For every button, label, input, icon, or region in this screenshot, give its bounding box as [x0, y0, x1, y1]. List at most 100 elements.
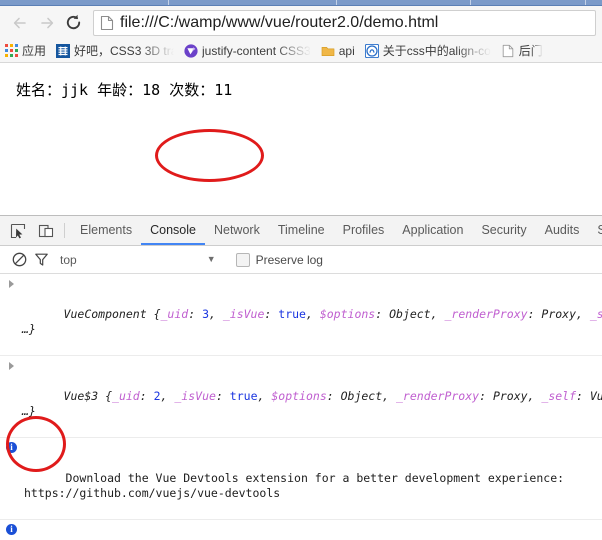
console-token: _isVue — [174, 389, 216, 403]
bookmark-api-folder[interactable]: api — [321, 44, 355, 58]
expander-triangle-icon[interactable] — [9, 362, 14, 370]
console-token: { — [153, 307, 161, 321]
info-icon: i — [6, 524, 17, 535]
tab-divider — [470, 0, 471, 5]
toolbar-divider — [64, 223, 65, 238]
console-token: VueComponent — [63, 307, 154, 321]
console-token: _renderProxy — [396, 389, 480, 403]
arrow-left-icon — [13, 17, 26, 28]
reload-icon — [66, 14, 81, 30]
devtools-tab-bar: Elements Console Network Timeline Profil… — [0, 216, 602, 246]
apps-grid-icon — [5, 44, 18, 57]
console-token: , — [160, 389, 175, 403]
tab-profiles[interactable]: Profiles — [334, 216, 394, 245]
tab-console[interactable]: Console — [141, 216, 205, 245]
filter-funnel-icon — [34, 253, 48, 266]
arrow-right-icon — [40, 17, 53, 28]
console-token: _renderProxy — [444, 307, 528, 321]
console-token: : Proxy, — [527, 307, 590, 321]
bookmark-label: 后门 — [518, 44, 543, 58]
bookmarks-bar: 应用 好吧，CSS3 3D trans justify-content CSS3 — [0, 39, 602, 63]
bookmark-css3-3d-transform[interactable]: 好吧，CSS3 3D trans — [56, 42, 174, 59]
document-icon — [100, 15, 114, 31]
forward-button[interactable] — [33, 9, 60, 36]
console-filter-bar: top ▼ Preserve log — [0, 246, 602, 274]
tab-divider — [168, 0, 169, 5]
bookmark-label: 关于css中的align-cor — [382, 44, 491, 58]
console-object-ellipsis: …} — [22, 322, 36, 336]
tab-network[interactable]: Network — [205, 216, 269, 245]
back-button[interactable] — [6, 9, 33, 36]
console-object-entry[interactable]: Vue$3 {_uid: 2, _isVue: true, $options: … — [0, 356, 602, 438]
page-viewport: 姓名：jjk 年龄：18 次数：11 — [0, 63, 602, 216]
preserve-log-checkbox[interactable] — [235, 252, 250, 267]
bookmark-apps[interactable]: 应用 — [5, 42, 46, 59]
device-toolbar-button[interactable] — [32, 216, 60, 245]
preserve-log-label: Preserve log — [255, 252, 323, 267]
bookmark-label: 应用 — [22, 44, 47, 58]
console-token: $options — [319, 307, 376, 321]
bookmark-label: api — [338, 43, 355, 58]
tab-application[interactable]: Application — [393, 216, 472, 245]
folder-icon — [321, 46, 335, 56]
console-object-line: Vue$3 {_uid: 2, _isVue: true, $options: … — [22, 389, 602, 418]
document-icon — [502, 44, 513, 57]
console-context-value: top — [60, 252, 77, 267]
console-token: : Vue$3 — [576, 389, 602, 403]
console-info-entry: i You are running Vue in development mod… — [0, 520, 602, 540]
device-toolbar-icon — [38, 224, 54, 237]
clear-console-button[interactable] — [8, 252, 30, 267]
browser-tab-strip[interactable] — [0, 0, 602, 6]
console-token: Vue$3 — [63, 389, 106, 403]
reload-button[interactable] — [60, 9, 87, 36]
bookmark-label: justify-content CSS3 — [202, 43, 311, 58]
browser-navigation-bar: file:///C:/wamp/www/vue/router2.0/demo.h… — [0, 6, 602, 39]
console-token: 3 — [202, 307, 209, 321]
console-message-list: VueComponent {_uid: 3, _isVue: true, $op… — [0, 274, 602, 540]
tab-divider — [585, 0, 586, 5]
console-token: _isVue — [222, 307, 265, 321]
filter-button[interactable] — [30, 252, 52, 267]
bookmark-justify-content[interactable]: justify-content CSS3 — [184, 44, 311, 58]
bookmark-houmen[interactable]: 后门 — [501, 42, 543, 59]
console-token: true — [278, 307, 306, 321]
expander-triangle-icon[interactable] — [9, 280, 14, 288]
tab-audits[interactable]: Audits — [536, 216, 589, 245]
address-bar[interactable]: file:///C:/wamp/www/vue/router2.0/demo.h… — [93, 9, 596, 36]
blue-site-icon — [56, 43, 71, 58]
page-content-text: 姓名：jjk 年龄：18 次数：11 — [16, 81, 233, 99]
tab-security[interactable]: Security — [472, 216, 535, 245]
console-info-text: Download the Vue Devtools extension for … — [24, 471, 565, 500]
console-token: , — [305, 307, 320, 321]
inspect-element-icon — [10, 223, 26, 238]
inspect-element-button[interactable] — [4, 216, 32, 245]
console-token: { — [105, 389, 113, 403]
bookmark-label: 好吧，CSS3 3D trans — [74, 44, 174, 58]
console-token: , — [257, 389, 272, 403]
console-object-ellipsis: …} — [22, 404, 36, 418]
address-bar-text[interactable]: file:///C:/wamp/www/vue/router2.0/demo.h… — [120, 14, 438, 32]
console-token: : — [264, 307, 279, 321]
console-token: : — [215, 389, 230, 403]
console-token: true — [229, 389, 258, 403]
console-token: _uid — [160, 307, 189, 321]
console-token: : — [139, 389, 154, 403]
preserve-log-control[interactable]: Preserve log — [235, 252, 323, 267]
console-token: _self — [589, 307, 602, 321]
tab-sources[interactable]: Sources — [588, 216, 602, 245]
tab-divider — [336, 0, 337, 5]
console-info-entry: i Download the Vue Devtools extension fo… — [0, 438, 602, 520]
console-object-entry[interactable]: VueComponent {_uid: 3, _isVue: true, $op… — [0, 274, 602, 356]
console-token: : Object, — [375, 307, 445, 321]
console-context-selector[interactable]: top ▼ — [60, 253, 216, 267]
devtools-panel: Elements Console Network Timeline Profil… — [0, 216, 602, 540]
console-token: : — [188, 307, 203, 321]
bookmark-align-content-article[interactable]: 关于css中的align-cor — [364, 42, 491, 59]
tab-elements[interactable]: Elements — [71, 216, 141, 245]
chevron-down-icon: ▼ — [206, 254, 216, 264]
red-circle-annotation-page — [155, 129, 264, 182]
info-icon: i — [6, 442, 17, 453]
console-object-line: VueComponent {_uid: 3, _isVue: true, $op… — [22, 307, 602, 336]
tab-timeline[interactable]: Timeline — [269, 216, 334, 245]
console-token: _uid — [112, 389, 140, 403]
